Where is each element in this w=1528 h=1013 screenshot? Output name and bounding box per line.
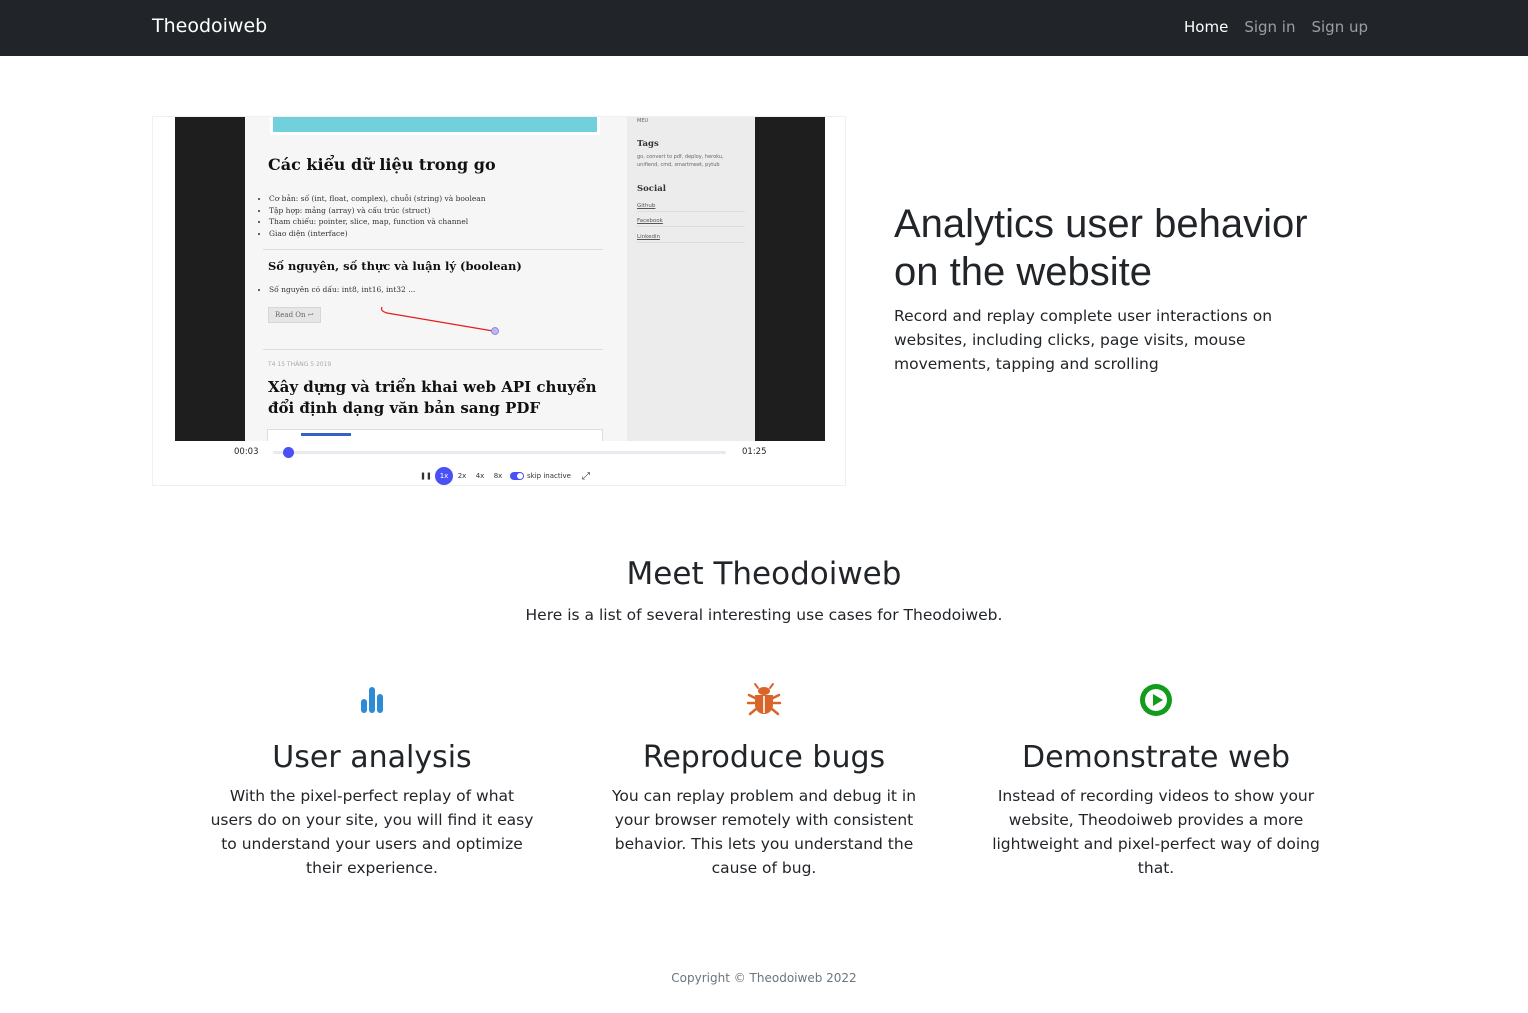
recorded-bullet-list: Cơ bản: số (int, float, complex), chuỗi … [261, 193, 486, 239]
recorded-bullet-list: Số nguyên có dấu: int8, int16, int32 ... [261, 284, 415, 296]
recorded-post-title: Xây dựng và triển khai web API chuyển đổ… [268, 378, 597, 417]
footer-copyright: Copyright © Theodoiweb 2022 [671, 971, 857, 985]
speed-8x-button[interactable]: 8x [489, 472, 507, 480]
feature-user-analysis: User analysis With the pixel-perfect rep… [207, 682, 537, 880]
recorded-post-title: Các kiểu dữ liệu trong go [268, 155, 496, 174]
progress-track[interactable] [273, 451, 726, 454]
recorded-read-on-button: Read On ↩ [268, 307, 321, 323]
recorded-separator [263, 349, 603, 350]
recorded-bullet: Tham chiếu: pointer, slice, map, functio… [269, 216, 486, 228]
recorded-bullet: Số nguyên có dấu: int8, int16, int32 ... [269, 284, 415, 296]
speed-2x-button[interactable]: 2x [453, 472, 471, 480]
brand-link[interactable]: Theodoiweb [152, 15, 267, 37]
nav-home-link[interactable]: Home [1184, 18, 1228, 36]
recorded-social-link: Facebook [637, 218, 745, 227]
recorded-social-link: Linkedin [637, 234, 745, 243]
recorded-social-link: Github [637, 203, 745, 212]
skip-inactive-label: skip inactive [527, 472, 571, 480]
hero-title: Analytics user behavior on the website [894, 202, 1308, 294]
hero-description: Record and replay complete user interact… [894, 307, 1273, 373]
speed-4x-button[interactable]: 4x [471, 472, 489, 480]
replay-video-frame[interactable]: Các kiểu dữ liệu trong go Cơ bản: số (in… [175, 117, 825, 441]
total-time: 01:25 [742, 447, 767, 457]
bar-chart-icon [361, 687, 383, 713]
feature-title: User analysis [272, 740, 472, 775]
feature-title: Demonstrate web [1021, 740, 1291, 775]
nav-signin-link[interactable]: Sign in [1244, 18, 1295, 36]
feature-reproduce-bugs: Reproduce bugs You can replay problem an… [599, 682, 929, 880]
mouse-trail-line [380, 306, 499, 335]
fullscreen-icon[interactable]: ⤢ [577, 471, 595, 482]
navbar: Theodoiweb Home Sign in Sign up [0, 0, 1528, 56]
pause-icon[interactable]: ❚❚ [417, 472, 435, 480]
skip-inactive-toggle[interactable] [510, 472, 524, 480]
recorded-bullet: Giao diện (interface) [269, 228, 486, 240]
recorded-bullet: Tập hợp: mảng (array) và cấu trúc (struc… [269, 205, 486, 217]
meet-subtitle: Here is a list of several interesting us… [525, 606, 1003, 624]
feature-description: Instead of recording videos to show your… [992, 787, 1320, 877]
feature-demonstrate-web: Demonstrate web Instead of recording vid… [991, 682, 1321, 880]
recorded-bullet: Cơ bản: số (int, float, complex), chuỗi … [269, 193, 486, 205]
recorded-separator [263, 249, 603, 250]
meet-title: Meet Theodoiweb [626, 556, 902, 592]
recorded-sidebar: MEU Tags go, convert to pdf, deploy, her… [627, 117, 755, 441]
feature-description: With the pixel-perfect replay of what us… [210, 787, 534, 877]
feature-title: Reproduce bugs [642, 740, 886, 775]
bug-icon [746, 683, 782, 716]
replay-player: Các kiểu dữ liệu trong go Cơ bản: số (in… [152, 116, 846, 486]
nav-signup-link[interactable]: Sign up [1311, 18, 1368, 36]
recorded-sidebar-menu: MEU [637, 118, 649, 124]
recorded-page-screenshot: Các kiểu dữ liệu trong go Cơ bản: số (in… [245, 117, 755, 441]
recorded-tags-list: go, convert to pdf, deploy, heroku, unif… [637, 154, 724, 168]
recorded-post-date: T4 15 THÁNG 5 2019 [268, 361, 332, 368]
nav-links: Home Sign in Sign up [1184, 18, 1368, 36]
recorded-teal-banner [270, 117, 600, 135]
play-circle-icon [1140, 684, 1172, 716]
playback-controls: ❚❚ 1x 2x 4x 8x skip inactive ⤢ [417, 467, 595, 485]
progress-handle[interactable] [283, 447, 295, 458]
recorded-content-column: Các kiểu dữ liệu trong go Cơ bản: số (in… [245, 117, 627, 441]
speed-1x-button[interactable]: 1x [435, 467, 453, 485]
recorded-social-heading: Social [637, 184, 666, 194]
recorded-card [267, 429, 603, 441]
feature-description: You can replay problem and debug it in y… [611, 787, 917, 877]
recorded-tags-heading: Tags [637, 139, 659, 149]
current-time: 00:03 [234, 447, 259, 457]
recorded-post-subtitle: Số nguyên, số thực và luận lý (boolean) [268, 259, 522, 273]
